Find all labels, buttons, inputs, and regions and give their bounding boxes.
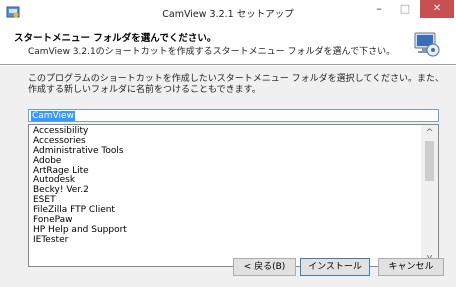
list-item[interactable]: ArtRage Lite: [33, 166, 423, 176]
close-button[interactable]: ✕: [420, 0, 454, 18]
list-item[interactable]: Becky! Ver.2: [33, 185, 423, 195]
list-item[interactable]: Autodesk: [33, 175, 423, 186]
list-item[interactable]: Accessibility: [33, 126, 423, 136]
list-item[interactable]: FonePaw: [33, 215, 423, 225]
list-item[interactable]: Administrative Tools: [33, 146, 423, 156]
list-item[interactable]: IETester: [33, 235, 423, 245]
list-item[interactable]: ESET: [33, 195, 423, 205]
installer-window: CamView 3.2.1 セットアップ – □ ✕ スタートメニュー フォルダ…: [0, 0, 456, 287]
header-panel: スタートメニュー フォルダを選んでください。 CamView 3.2.1のショー…: [0, 24, 456, 65]
list-item[interactable]: Accessories: [33, 136, 423, 146]
vertical-scrollbar[interactable]: ^ v: [421, 125, 438, 266]
install-button[interactable]: インストール: [300, 258, 370, 276]
page-subtitle: CamView 3.2.1のショートカットを作成するスタートメニュー フォルダを…: [28, 47, 396, 57]
start-menu-folder-list[interactable]: Accessibility Accessories Administrative…: [28, 124, 439, 267]
list-item[interactable]: FileZilla FTP Client: [33, 205, 423, 215]
header-divider: [0, 65, 456, 66]
list-item[interactable]: Adobe: [33, 156, 423, 166]
back-button[interactable]: < 戻る(B): [233, 258, 296, 276]
computer-setup-icon: [414, 32, 440, 57]
scroll-thumb[interactable]: [425, 141, 434, 181]
minimize-button[interactable]: –: [366, 0, 392, 18]
page-title: スタートメニュー フォルダを選んでください。: [14, 33, 217, 44]
folder-list-items: Accessibility Accessories Administrative…: [33, 126, 423, 245]
scroll-up-arrow-icon[interactable]: ^: [421, 125, 438, 141]
instruction-text: このプログラムのショートカットを作成したいスタートメニュー フォルダを選択してく…: [28, 74, 445, 95]
title-bar[interactable]: CamView 3.2.1 セットアップ – □ ✕: [0, 0, 456, 24]
folder-name-input[interactable]: CamView: [28, 109, 439, 122]
folder-name-value: CamView: [31, 111, 75, 121]
list-item[interactable]: HP Help and Support: [33, 225, 423, 235]
maximize-button[interactable]: □: [392, 0, 418, 18]
cancel-button[interactable]: キャンセル: [378, 258, 444, 276]
